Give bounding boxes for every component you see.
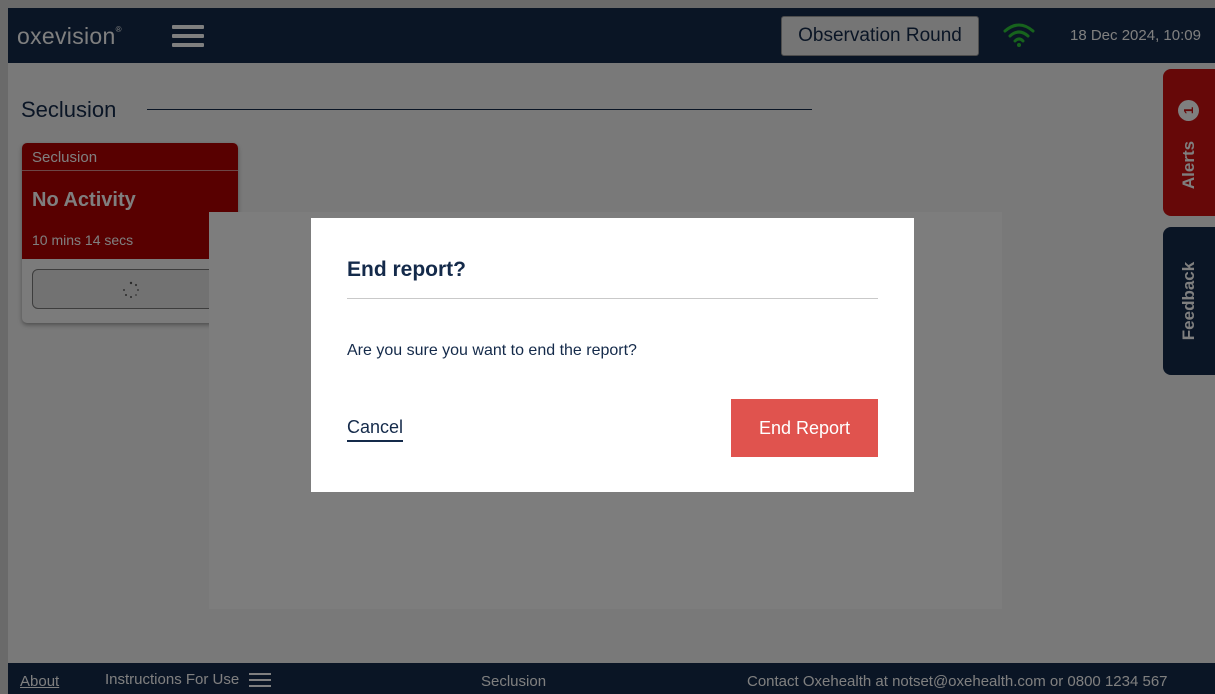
end-report-dialog: End report? Are you sure you want to end… [311,218,914,492]
cancel-button[interactable]: Cancel [347,417,404,442]
end-report-button[interactable]: End Report [731,399,878,457]
dialog-message: Are you sure you want to end the report? [347,342,637,359]
dialog-title: End report? [347,258,466,281]
modal-backdrop[interactable]: End report? Are you sure you want to end… [0,0,1215,694]
dialog-divider [347,298,878,299]
